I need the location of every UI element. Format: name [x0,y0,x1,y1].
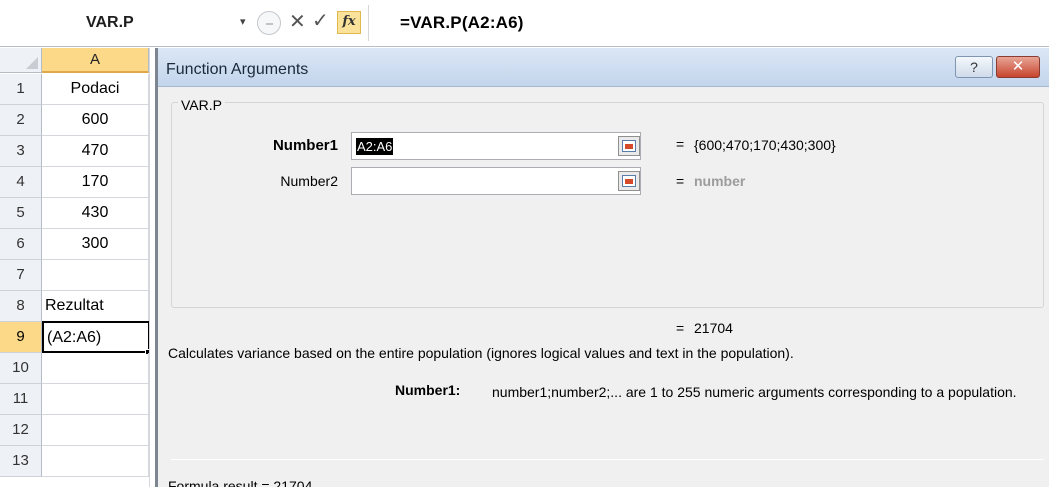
cancel-icon[interactable]: ✕ [289,9,306,34]
enter-icon[interactable]: ✓ [312,8,329,33]
divider [368,5,369,41]
row-header-10[interactable]: 10 [0,353,42,384]
dialog-title: Function Arguments [166,61,309,78]
cell-a9[interactable]: (A2:A6) [42,321,150,353]
number2-label: Number2 [280,173,338,189]
argument-help-label: Number1: [395,382,461,398]
row-header-13[interactable]: 13 [0,446,42,477]
row-header-3[interactable]: 3 [0,136,42,167]
formula-bar: VAR.P ▾ ✕ ✓ fx =VAR.P(A2:A6) [0,0,1049,47]
divider [171,459,1044,460]
cell-a1[interactable]: Podaci [42,74,149,105]
cell-a5[interactable]: 430 [42,198,149,229]
number1-value: {600;470;170;430;300} [694,137,836,153]
number1-equals: = [676,136,685,152]
cell-a11[interactable] [42,384,149,415]
select-all-button[interactable] [0,48,42,73]
number2-value: number [694,173,746,189]
number2-input[interactable] [351,167,641,195]
chevron-down-icon[interactable]: ▾ [240,15,246,28]
dialog-title-bar[interactable]: Function Arguments ? ✕ [158,48,1049,87]
number2-equals: = [676,173,685,189]
cell-a3[interactable]: 470 [42,136,149,167]
number1-label: Number1 [272,137,338,154]
cell-a6[interactable]: 300 [42,229,149,260]
insert-function-button[interactable]: fx [337,11,361,34]
name-box[interactable]: VAR.P [86,14,134,32]
cell-a4[interactable]: 170 [42,167,149,198]
help-button[interactable]: ? [955,56,993,78]
cell-a12[interactable] [42,415,149,446]
formula-bar-separator-icon [257,11,281,35]
row-header-11[interactable]: 11 [0,384,42,415]
function-arguments-dialog: Function Arguments ? ✕ VAR.P Number1 A2:… [155,48,1049,487]
result-equals: = [676,320,685,336]
function-name-label: VAR.P [178,97,225,113]
divider [0,46,1049,47]
number1-input-value: A2:A6 [356,138,394,155]
collapse-dialog-icon[interactable] [618,136,640,156]
close-button[interactable]: ✕ [996,56,1040,78]
row-header-4[interactable]: 4 [0,167,42,198]
argument-help-text: number1;number2;... are 1 to 255 numeric… [492,384,1017,400]
collapse-dialog-icon[interactable] [618,171,640,191]
row-header-5[interactable]: 5 [0,198,42,229]
cell-a13[interactable] [42,446,149,477]
cell-a2[interactable]: 600 [42,105,149,136]
row-header-1[interactable]: 1 [0,74,42,105]
row-header-6[interactable]: 6 [0,229,42,260]
cell-a8[interactable]: Rezultat [42,291,149,322]
cell-a7[interactable] [42,260,149,291]
row-header-8[interactable]: 8 [0,291,42,322]
row-header-9[interactable]: 9 [0,322,42,353]
row-header-7[interactable]: 7 [0,260,42,291]
formula-input[interactable]: =VAR.P(A2:A6) [400,13,524,33]
row-header-2[interactable]: 2 [0,105,42,136]
result-value: 21704 [694,320,733,336]
cell-a10[interactable] [42,353,149,384]
number1-input[interactable]: A2:A6 [351,132,641,160]
formula-result: Formula result = 21704 [168,478,313,487]
row-header-12[interactable]: 12 [0,415,42,446]
spreadsheet-grid: A 1 Podaci 2 600 3 470 4 170 5 430 6 300 7 8 Rezultat 9… [0,48,155,487]
function-description: Calculates variance based on the entire … [168,345,794,361]
column-header-a[interactable]: A [42,48,149,73]
